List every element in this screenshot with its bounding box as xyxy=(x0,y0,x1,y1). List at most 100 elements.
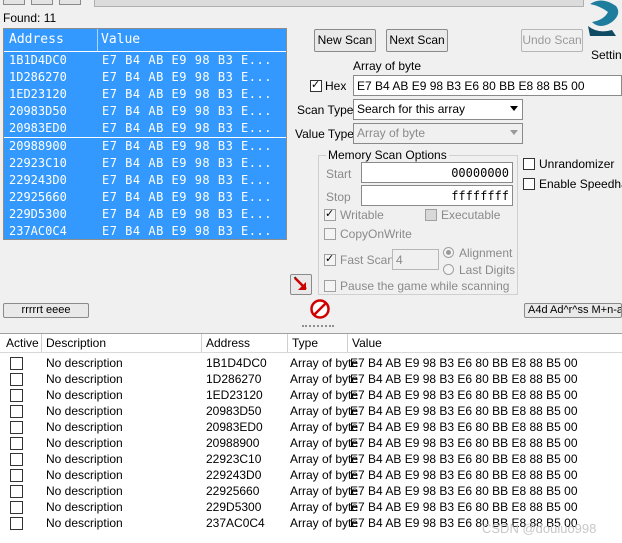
active-checkbox[interactable] xyxy=(10,421,23,434)
start-address-input[interactable]: 00000000 xyxy=(361,162,513,183)
found-row[interactable]: 22923C10 E7 B4 AB E9 98 B3 E... xyxy=(4,154,286,172)
row-type: Array of byte xyxy=(290,500,359,514)
active-checkbox[interactable] xyxy=(10,453,23,466)
scan-type-select[interactable]: Search for this array xyxy=(353,99,523,120)
pause-game-checkbox[interactable] xyxy=(324,280,336,292)
column-address[interactable]: Address xyxy=(206,336,250,350)
row-description: No description xyxy=(46,500,123,514)
writable-checkbox[interactable] xyxy=(324,207,336,221)
active-checkbox[interactable] xyxy=(10,437,23,450)
stop-address-input[interactable]: ffffffff xyxy=(361,185,513,206)
toolbar-button-save[interactable] xyxy=(31,0,53,5)
address-list-row[interactable]: No description 20983D50 Array of byte E7 B4… xyxy=(0,403,622,419)
column-separator xyxy=(201,334,202,352)
watermark: CSDN @douluo998 xyxy=(482,521,597,536)
found-row[interactable]: 20988900 E7 B4 AB E9 98 B3 E... xyxy=(4,137,286,155)
fast-scan-checkbox[interactable] xyxy=(324,252,336,266)
new-scan-button[interactable]: New Scan xyxy=(314,29,376,52)
address-list-row[interactable]: No description 229243D0 Array of byte E7 B4… xyxy=(0,467,622,483)
active-checkbox[interactable] xyxy=(10,501,23,514)
found-row[interactable]: 229243D0 E7 B4 AB E9 98 B3 E... xyxy=(4,171,286,189)
found-row[interactable]: 1B1D4DC0 E7 B4 AB E9 98 B3 E... xyxy=(4,52,286,69)
address-list-row[interactable]: No description 20988900 Array of byte E7 B4… xyxy=(0,435,622,451)
unrandomizer-label: Unrandomizer xyxy=(539,157,615,171)
found-row[interactable]: 237AC0C4 E7 B4 AB E9 98 B3 E... xyxy=(4,223,286,239)
found-row-address: 1D286270 xyxy=(9,70,67,85)
found-row-address: 229D5300 xyxy=(9,206,67,221)
speedhack-checkbox[interactable] xyxy=(523,178,535,190)
found-column-address[interactable]: Address xyxy=(9,32,64,47)
address-list-row[interactable]: No description 1D286270 Array of byte E7 B4… xyxy=(0,371,622,387)
address-list-row[interactable]: No description 22923C10 Array of byte E7 B4… xyxy=(0,451,622,467)
active-checkbox[interactable] xyxy=(10,485,23,498)
row-type: Array of byte xyxy=(290,516,359,530)
scan-type-value: Search for this array xyxy=(357,102,466,116)
row-type: Array of byte xyxy=(290,388,359,402)
found-row-value: E7 B4 AB E9 98 B3 E... xyxy=(102,53,272,67)
found-list-header: Address Value xyxy=(4,29,286,51)
active-checkbox[interactable] xyxy=(10,389,23,402)
column-value[interactable]: Value xyxy=(352,336,382,350)
toolbar-button-settings[interactable] xyxy=(59,0,81,5)
row-address: 20988900 xyxy=(206,436,260,450)
row-type: Array of byte xyxy=(290,356,359,370)
active-checkbox[interactable] xyxy=(10,517,23,530)
add-address-manually-button[interactable]: A4d Ad^r^ss M+n-all xyxy=(524,303,622,318)
splitter-handle[interactable] xyxy=(302,325,334,330)
scan-value-input[interactable]: E7 B4 AB E9 98 B3 E6 80 BB E8 88 B5 00 xyxy=(353,75,622,96)
unrandomizer-checkbox[interactable] xyxy=(523,158,535,170)
found-results-list[interactable]: Address Value 1B1D4DC0 E7 B4 AB E9 98 B3 … xyxy=(3,28,287,240)
found-row-value: E7 B4 AB E9 98 B3 E... xyxy=(102,121,272,136)
active-checkbox[interactable] xyxy=(10,405,23,418)
column-active[interactable]: Active xyxy=(6,336,39,350)
row-type: Array of byte xyxy=(290,372,359,386)
start-label: Start xyxy=(326,167,352,181)
found-row[interactable]: 1D286270 E7 B4 AB E9 98 B3 E... xyxy=(4,69,286,87)
found-column-value[interactable]: Value xyxy=(101,32,140,47)
found-row-value: E7 B4 AB E9 98 B3 E... xyxy=(102,224,272,238)
memory-view-button[interactable]: rrrrrt eeee xyxy=(3,303,89,318)
add-to-address-list-button[interactable] xyxy=(290,274,312,295)
row-description: No description xyxy=(46,372,123,386)
found-row[interactable]: 22925660 E7 B4 AB E9 98 B3 E... xyxy=(4,188,286,206)
toolbar-button-open[interactable] xyxy=(3,0,25,5)
process-bar[interactable] xyxy=(94,0,584,7)
active-checkbox[interactable] xyxy=(10,357,23,370)
address-list-table[interactable]: Active Description Address Type Value No… xyxy=(0,333,622,543)
row-value: E7 B4 AB E9 98 B3 E6 80 BB E8 88 B5 00 xyxy=(350,388,578,402)
row-description: No description xyxy=(46,436,123,450)
address-list-row[interactable]: No description 229D5300 Array of byte E7 B4… xyxy=(0,499,622,515)
found-row[interactable]: 1ED23120 E7 B4 AB E9 98 B3 E... xyxy=(4,86,286,104)
hex-checkbox[interactable] xyxy=(310,78,322,92)
active-checkbox[interactable] xyxy=(10,373,23,386)
active-checkbox[interactable] xyxy=(10,469,23,482)
alignment-label: Alignment xyxy=(459,246,513,260)
found-row[interactable]: 229D5300 E7 B4 AB E9 98 B3 E... xyxy=(4,205,286,223)
next-scan-button[interactable]: Next Scan xyxy=(386,29,448,52)
cheat-engine-logo-icon[interactable] xyxy=(582,0,622,38)
address-list-row[interactable]: No description 1B1D4DC0 Array of byte E7 B4… xyxy=(0,355,622,371)
stop-icon[interactable] xyxy=(310,299,330,319)
found-row[interactable]: 20983ED0 E7 B4 AB E9 98 B3 E... xyxy=(4,120,286,138)
row-value: E7 B4 AB E9 98 B3 E6 80 BB E8 88 B5 00 xyxy=(350,420,578,434)
fast-scan-input[interactable]: 4 xyxy=(392,249,439,270)
address-list-row[interactable]: No description 1ED23120 Array of byte E7 B4… xyxy=(0,387,622,403)
copyonwrite-checkbox[interactable] xyxy=(324,228,336,240)
alignment-radio[interactable] xyxy=(443,247,454,258)
executable-label: Executable xyxy=(441,208,501,222)
address-list-header: Active Description Address Type Value xyxy=(0,334,622,353)
settings-link[interactable]: Setting xyxy=(591,48,622,62)
found-row[interactable]: 20983D50 E7 B4 AB E9 98 B3 E... xyxy=(4,103,286,121)
column-type[interactable]: Type xyxy=(292,336,318,350)
fast-scan-label: Fast Scan xyxy=(340,253,395,267)
undo-scan-button[interactable]: Undo Scan xyxy=(521,29,583,52)
row-description: No description xyxy=(46,452,123,466)
address-list-row[interactable]: No description 22925660 Array of byte E7 B4… xyxy=(0,483,622,499)
column-description[interactable]: Description xyxy=(46,336,106,350)
value-type-select[interactable]: Array of byte xyxy=(353,123,523,144)
row-address: 1D286270 xyxy=(206,372,262,386)
row-description: No description xyxy=(46,468,123,482)
last-digits-radio[interactable] xyxy=(443,264,454,275)
executable-checkbox[interactable] xyxy=(425,209,437,221)
address-list-row[interactable]: No description 20983ED0 Array of byte E7 B4… xyxy=(0,419,622,435)
